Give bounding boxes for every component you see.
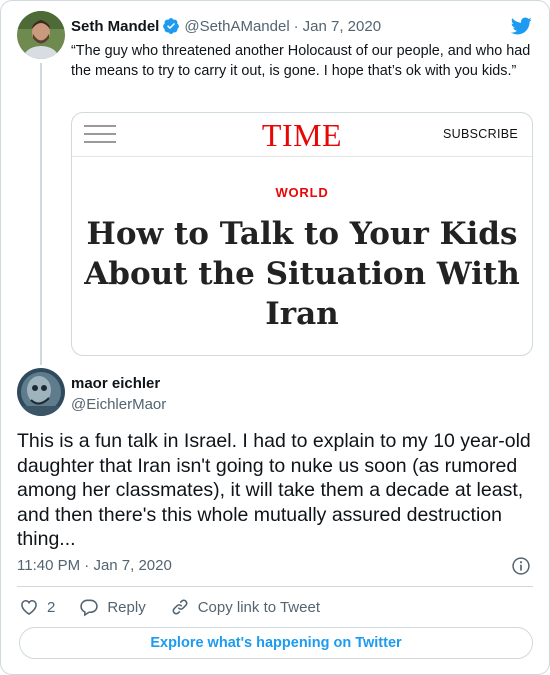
avatar-seth-mandel[interactable] [17,11,65,59]
parent-tweet: Seth Mandel @SethAMandel · Jan 7, 2020 “… [17,11,533,111]
heart-icon [21,599,37,616]
tweet-actions: 2 Reply Copy link to Tweet [19,597,344,617]
author-name[interactable]: maor eichler [71,375,166,392]
parent-tweet-text: “The guy who threatened another Holocaus… [71,43,531,79]
parent-tweet-date[interactable]: Jan 7, 2020 [303,18,381,35]
copy-link-label: Copy link to Tweet [197,598,320,616]
tweet-date: Jan 7, 2020 [93,557,172,574]
link-preview-card[interactable]: TIME SUBSCRIBE WORLD How to Talk to Your… [71,112,533,356]
copy-link-button[interactable]: Copy link to Tweet [170,597,320,617]
reply-bubble-icon [80,599,99,617]
separator-dot: · [293,17,299,35]
parent-tweet-header: Seth Mandel @SethAMandel · Jan 7, 2020 [71,17,381,35]
divider [17,586,533,587]
tweet-timestamp[interactable]: 11:40 PM · Jan 7, 2020 [17,557,172,574]
parent-author-handle[interactable]: @SethAMandel [184,18,289,35]
parent-author-name[interactable]: Seth Mandel [71,18,159,35]
time-site-header: TIME SUBSCRIBE [72,113,532,157]
twitter-bird-icon[interactable] [509,15,533,37]
thread-connector-line [40,63,42,365]
article-headline: How to Talk to Your Kids About the Situa… [84,216,520,332]
like-button[interactable]: 2 [19,597,55,617]
reply-label: Reply [107,598,146,616]
link-icon [172,599,188,615]
explore-twitter-button[interactable]: Explore what's happening on Twitter [19,627,533,659]
verified-badge-icon [163,18,180,34]
reply-button[interactable]: Reply [79,597,146,617]
subscribe-link: SUBSCRIBE [443,127,518,141]
avatar-maor-eichler[interactable] [17,368,65,416]
tweet-time: 11:40 PM [17,557,81,574]
tweet-embed-card: Seth Mandel @SethAMandel · Jan 7, 2020 “… [0,0,550,675]
tweet-text: This is a fun talk in Israel. I had to e… [17,430,531,550]
like-count: 2 [47,598,56,616]
info-icon[interactable] [511,556,531,576]
article-section-label: WORLD [275,185,329,200]
tweet-author: maor eichler @EichlerMaor [71,375,166,413]
author-handle[interactable]: @EichlerMaor [71,396,166,413]
